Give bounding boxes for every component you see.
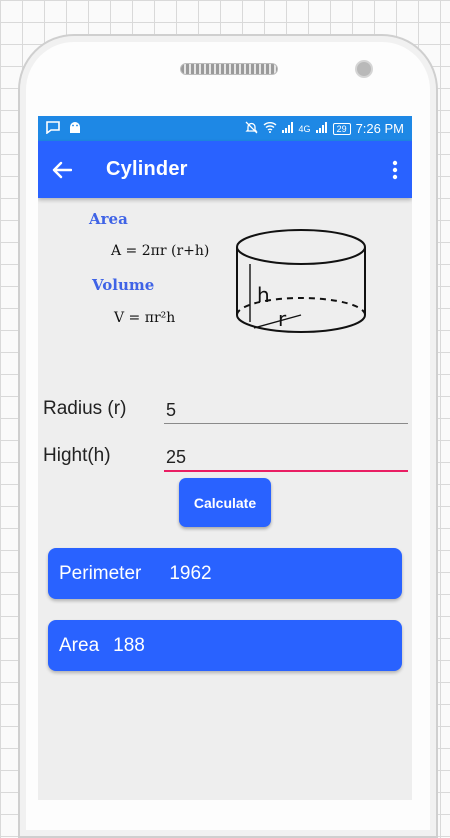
cylinder-diagram: h r	[236, 229, 366, 333]
radius-label: Radius (r)	[43, 398, 127, 419]
area-value: 188	[113, 634, 145, 656]
height-row: Hight(h)	[38, 441, 412, 477]
area-formula: A = 2πr (r+h)	[111, 243, 210, 259]
radius-row: Radius (r)	[38, 394, 412, 430]
more-options-icon[interactable]	[392, 160, 398, 180]
area-result: Area 188	[48, 620, 402, 671]
height-underline	[164, 470, 408, 472]
android-icon	[68, 121, 82, 137]
page-title: Cylinder	[106, 158, 188, 180]
perimeter-value: 1962	[169, 562, 212, 584]
network-type-label: 4G	[298, 123, 311, 134]
radius-input[interactable]	[164, 396, 408, 424]
height-label: Hight(h)	[43, 445, 111, 466]
wifi-icon	[263, 121, 277, 136]
formula-section: Area A = 2πr (r+h) Volume V = πr²h h r	[38, 198, 412, 388]
diagram-radius-label: r	[278, 307, 287, 331]
signal-icon	[281, 121, 294, 136]
clock: 7:26 PM	[355, 121, 404, 136]
diagram-height-label: h	[257, 283, 270, 307]
area-result-label: Area	[59, 634, 100, 656]
perimeter-result: Perimeter 1962	[48, 548, 402, 599]
height-input[interactable]	[164, 443, 408, 471]
signal-icon-2	[315, 121, 328, 136]
message-icon	[46, 120, 60, 137]
speaker-grille	[180, 63, 278, 75]
back-arrow-icon[interactable]	[52, 161, 72, 179]
area-formula-label: Area	[89, 210, 128, 228]
calculate-button[interactable]: Calculate	[179, 478, 271, 527]
app-bar: Cylinder	[38, 141, 412, 198]
radius-underline	[164, 423, 408, 424]
front-camera	[355, 60, 373, 78]
volume-formula: V = πr²h	[114, 310, 176, 326]
mute-icon	[244, 121, 258, 137]
perimeter-label: Perimeter	[59, 562, 142, 584]
battery-icon: 29	[332, 122, 351, 135]
volume-formula-label: Volume	[92, 276, 155, 294]
status-bar: 4G 29 7:26 PM	[38, 116, 412, 141]
app-screen: 4G 29 7:26 PM Cylinder Area A = 2πr (r+h…	[38, 116, 412, 800]
